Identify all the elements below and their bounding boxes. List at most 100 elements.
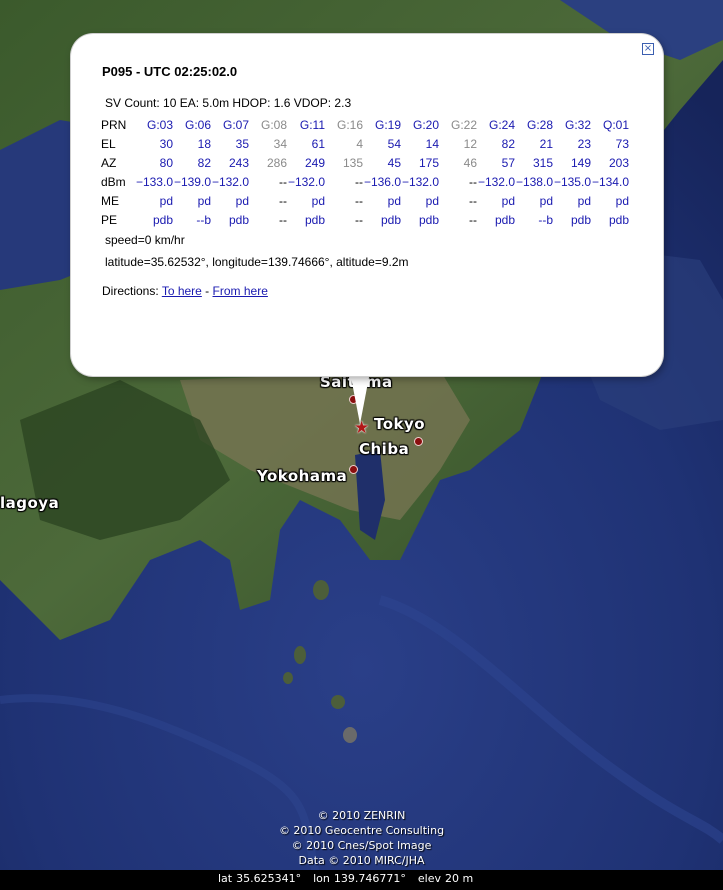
sv-cell-dbm: −136.0: [363, 174, 401, 189]
sv-cell-el: 18: [197, 136, 211, 151]
sv-cell-pe: pdb: [152, 212, 173, 227]
directions-row: Directions: To here - From here: [102, 284, 268, 298]
sv-cell-me: pd: [387, 193, 401, 208]
sv-cell-me: pd: [615, 193, 629, 208]
elev-value: 20 m: [444, 872, 474, 885]
row-header: ME: [101, 193, 119, 208]
sv-cell-prn: G:28: [526, 117, 553, 132]
copyright-line: © 2010 ZENRIN: [317, 809, 406, 822]
city-marker-yokohama[interactable]: [349, 465, 358, 474]
sv-cell-az: 249: [304, 155, 325, 170]
sv-cell-pe: pdb: [380, 212, 401, 227]
sv-cell-dbm: --: [469, 174, 477, 189]
row-header: PE: [101, 212, 118, 227]
sv-cell-az: 243: [228, 155, 249, 170]
balloon-pointer: [350, 372, 370, 424]
copyright-line: © 2010 Cnes/Spot Image: [291, 839, 432, 852]
sv-cell-pe: --: [279, 212, 287, 227]
sv-cell-az: 45: [387, 155, 401, 170]
directions-to-here-link[interactable]: To here: [162, 284, 202, 298]
sv-cell-az: 46: [463, 155, 477, 170]
balloon-title: P095 - UTC 02:25:02.0: [102, 64, 238, 79]
sv-cell-az: 315: [532, 155, 553, 170]
sv-cell-el: 12: [463, 136, 477, 151]
sv-cell-prn: G:16: [336, 117, 363, 132]
sv-cell-az: 82: [197, 155, 211, 170]
sv-cell-pe: --b: [538, 212, 553, 227]
sv-cell-el: 14: [425, 136, 439, 151]
me-row: ME pd pd pd -- pd -- pd pd -- pd pd pd pd: [101, 191, 629, 210]
signal-dbm-row: dBm −133.0 −139.0 −132.0 -- −132.0 -- −136.0 −13…: [101, 172, 629, 191]
row-header: dBm: [101, 174, 126, 189]
sv-cell-prn: G:08: [260, 117, 287, 132]
sv-cell-pe: pdb: [304, 212, 325, 227]
close-icon[interactable]: ×: [642, 43, 654, 55]
map-copyright: © 2010 ZENRIN © 2010 Geocentre Consultin…: [0, 808, 723, 868]
sv-cell-dbm: −132.0: [287, 174, 325, 189]
sv-cell-el: 35: [235, 136, 249, 151]
sv-cell-prn: G:03: [146, 117, 173, 132]
row-header: AZ: [101, 155, 117, 170]
elevation-row: EL 30 18 35 34 61 4 54 14 12 82 21 23 73: [101, 134, 629, 153]
sv-cell-dbm: −138.0: [515, 174, 553, 189]
sv-cell-me: pd: [425, 193, 439, 208]
sv-cell-me: pd: [501, 193, 515, 208]
directions-separator: -: [201, 284, 213, 298]
sv-cell-me: --: [279, 193, 287, 208]
sv-cell-me: pd: [159, 193, 173, 208]
satellite-table: PRN G:03 G:06 G:07 G:08 G:11 G:16 G:19 G:20 G:22 G…: [101, 115, 629, 229]
sv-cell-el: 30: [159, 136, 173, 151]
sv-cell-el: 21: [539, 136, 553, 151]
lat-label: lat: [218, 872, 233, 885]
sv-cell-me: pd: [311, 193, 325, 208]
sv-cell-pe: pdb: [494, 212, 515, 227]
azimuth-row: AZ 80 82 243 286 249 135 45 175 46 57 315 149 203: [101, 153, 629, 172]
sv-cell-dbm: −139.0: [173, 174, 211, 189]
sv-cell-dbm: −132.0: [211, 174, 249, 189]
sv-cell-el: 82: [501, 136, 515, 151]
row-header: PRN: [101, 117, 127, 132]
sv-cell-el: 23: [577, 136, 591, 151]
sv-cell-prn: G:32: [564, 117, 591, 132]
sv-cell-dbm: −135.0: [553, 174, 591, 189]
copyright-line: Data © 2010 MIRC/JHA: [298, 854, 425, 867]
map-label-nagoya[interactable]: lagoya: [0, 494, 59, 512]
sv-cell-prn: G:06: [184, 117, 211, 132]
sv-cell-dbm: −132.0: [401, 174, 439, 189]
map-label-chiba[interactable]: Chiba: [359, 440, 409, 458]
directions-from-here-link[interactable]: From here: [213, 284, 268, 298]
sv-cell-pe: --: [469, 212, 477, 227]
copyright-line: © 2010 Geocentre Consulting: [278, 824, 445, 837]
sv-cell-az: 135: [342, 155, 363, 170]
sv-cell-prn: G:22: [450, 117, 477, 132]
prn-row: PRN G:03 G:06 G:07 G:08 G:11 G:16 G:19 G:20 G:22 G…: [101, 115, 629, 134]
lat-value: 35.625341°: [236, 872, 302, 885]
placemark-info-balloon: × P095 - UTC 02:25:02.0 SV Count: 10 EA:…: [71, 34, 663, 376]
lon-value: 139.746771°: [333, 872, 406, 885]
sv-cell-el: 34: [273, 136, 287, 151]
sv-cell-dbm: --: [355, 174, 363, 189]
sv-cell-az: 57: [501, 155, 515, 170]
sv-cell-prn: G:20: [412, 117, 439, 132]
speed-text: speed=0 km/hr: [105, 233, 185, 247]
elev-label: elev: [417, 872, 441, 885]
sv-cell-dbm: −132.0: [477, 174, 515, 189]
sv-cell-me: --: [469, 193, 477, 208]
map-label-tokyo[interactable]: Tokyo: [374, 415, 425, 433]
directions-label: Directions:: [102, 284, 159, 298]
sv-cell-dbm: −134.0: [591, 174, 629, 189]
sv-cell-me: pd: [197, 193, 211, 208]
sv-cell-el: 54: [387, 136, 401, 151]
sv-cell-me: --: [355, 193, 363, 208]
sv-cell-pe: pdb: [608, 212, 629, 227]
sv-cell-pe: pdb: [570, 212, 591, 227]
map-label-yokohama[interactable]: Yokohama: [257, 467, 347, 485]
sv-cell-prn: G:11: [299, 117, 325, 132]
sv-cell-az: 286: [266, 155, 287, 170]
city-marker-chiba[interactable]: [414, 437, 423, 446]
sv-cell-prn: G:24: [488, 117, 515, 132]
sv-cell-prn: Q:01: [602, 117, 629, 132]
sv-count-summary: SV Count: 10 EA: 5.0m HDOP: 1.6 VDOP: 2.…: [105, 96, 352, 110]
sv-cell-prn: G:07: [222, 117, 249, 132]
sv-cell-dbm: −133.0: [135, 174, 173, 189]
